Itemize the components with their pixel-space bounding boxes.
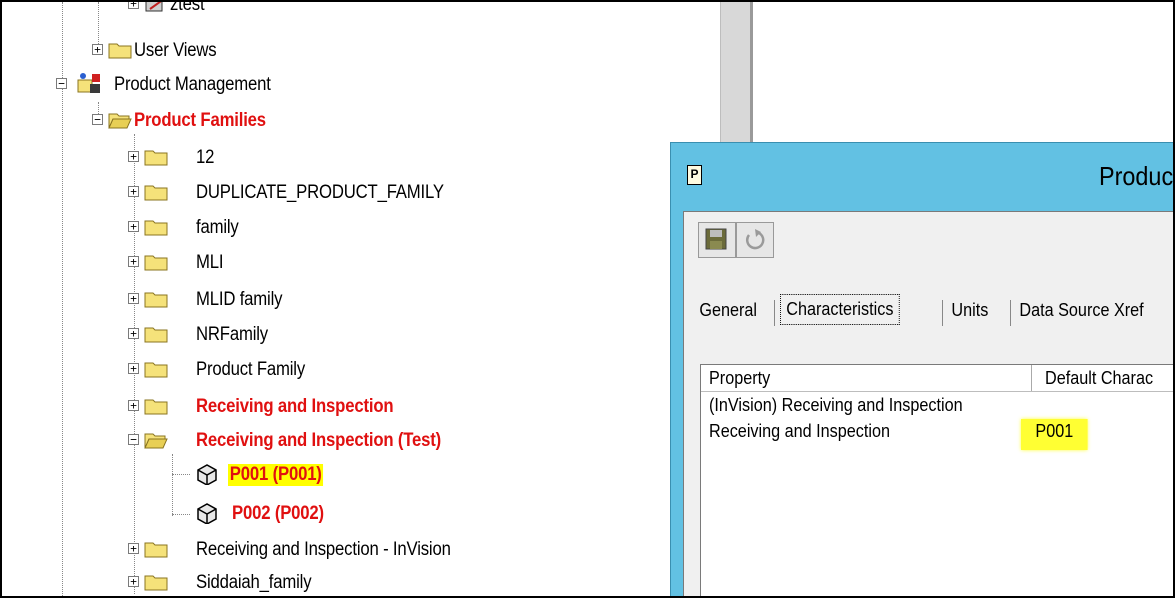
expand-icon[interactable]: + xyxy=(128,363,139,374)
product-dialog: P Produc General Characteristics Units D… xyxy=(670,142,1174,596)
folder-icon xyxy=(144,542,168,558)
tree-node-label: Product Family xyxy=(196,359,306,380)
expand-icon[interactable]: + xyxy=(128,256,139,267)
default-cell: P001 xyxy=(1021,419,1088,450)
tree-node-label: family xyxy=(196,217,239,238)
open-folder-icon xyxy=(108,113,132,129)
tab-separator xyxy=(942,300,943,326)
expand-icon[interactable]: + xyxy=(92,44,103,55)
save-button[interactable] xyxy=(698,222,736,258)
collapse-icon[interactable]: − xyxy=(128,434,139,445)
refresh-icon xyxy=(746,229,765,250)
column-header-property[interactable]: Property xyxy=(709,368,770,389)
tree-node-label: 12 xyxy=(196,147,215,168)
tree-node-label: Siddaiah_family xyxy=(196,572,312,593)
grid-header: Property Default Charac xyxy=(701,365,1173,392)
tree-node-label: Receiving and Inspection xyxy=(196,396,394,417)
tree-node-label: DUPLICATE_PRODUCT_FAMILY xyxy=(196,182,444,203)
tree-node-label: P002 (P002) xyxy=(232,503,324,524)
folder-icon xyxy=(144,327,168,343)
expand-icon[interactable]: + xyxy=(128,186,139,197)
product-management-icon xyxy=(77,73,100,93)
folder-icon xyxy=(144,292,168,308)
collapse-icon[interactable]: − xyxy=(56,78,67,89)
table-row[interactable]: Receiving and Inspection P001 xyxy=(701,419,1173,451)
tab-units[interactable]: Units xyxy=(946,298,994,323)
tree-node-label: Receiving and Inspection - InVision xyxy=(196,539,451,560)
tree-view: + ztest + User Views − Product Managemen… xyxy=(10,2,720,596)
tab-separator xyxy=(774,300,775,326)
tree-node-label: Product Management xyxy=(114,74,271,95)
folder-icon xyxy=(108,43,132,59)
dialog-body: General Characteristics Units Data Sourc… xyxy=(683,211,1173,596)
expand-icon[interactable]: + xyxy=(128,543,139,554)
refresh-button[interactable] xyxy=(736,222,774,258)
folder-icon xyxy=(144,575,168,591)
folder-icon xyxy=(144,362,168,378)
tree-node-label: P001 (P001) xyxy=(228,464,324,486)
folder-icon xyxy=(144,220,168,236)
save-icon xyxy=(705,228,727,250)
tree-guide-line xyxy=(172,474,190,475)
tree-node-label: MLI xyxy=(196,252,224,273)
tree-scrollbar[interactable] xyxy=(720,2,752,142)
column-separator[interactable] xyxy=(1031,365,1032,391)
column-header-default[interactable]: Default Charac xyxy=(1045,368,1153,389)
tab-general[interactable]: General xyxy=(694,298,762,323)
tree-node-label: Product Families xyxy=(134,110,266,131)
screenshot-frame: + ztest + User Views − Product Managemen… xyxy=(0,0,1175,598)
tab-characteristics[interactable]: Characteristics xyxy=(780,294,900,325)
product-box-icon xyxy=(197,464,217,485)
property-cell: Receiving and Inspection xyxy=(709,421,891,441)
product-box-icon xyxy=(197,503,217,524)
dialog-title: Produc xyxy=(1099,161,1174,191)
ztest-icon xyxy=(145,2,163,12)
table-row[interactable]: (InVision) Receiving and Inspection xyxy=(701,393,1173,419)
folder-icon xyxy=(144,185,168,201)
tree-node-label: ztest xyxy=(170,0,205,15)
dialog-toolbar xyxy=(684,212,1173,268)
expand-icon[interactable]: + xyxy=(128,2,139,9)
collapse-icon[interactable]: − xyxy=(92,114,103,125)
open-folder-icon xyxy=(144,433,168,449)
folder-icon xyxy=(144,255,168,271)
tab-separator xyxy=(1010,300,1011,326)
tree-node-label: Receiving and Inspection (Test) xyxy=(196,430,442,451)
expand-icon[interactable]: + xyxy=(128,221,139,232)
tree-node-label: MLID family xyxy=(196,289,283,310)
tree-node-label: User Views xyxy=(134,40,217,61)
dialog-app-icon: P xyxy=(687,165,702,185)
characteristics-grid: Property Default Charac (InVision) Recei… xyxy=(700,364,1173,596)
expand-icon[interactable]: + xyxy=(128,293,139,304)
folder-icon xyxy=(144,399,168,415)
expand-icon[interactable]: + xyxy=(128,151,139,162)
expand-icon[interactable]: + xyxy=(128,576,139,587)
tree-guide-line xyxy=(172,514,190,515)
pane-divider[interactable] xyxy=(750,2,753,142)
property-cell: (InVision) Receiving and Inspection xyxy=(709,395,963,415)
dialog-tabs: General Characteristics Units Data Sourc… xyxy=(684,294,1173,328)
tree-guide-line xyxy=(62,2,63,596)
tree-node-label: NRFamily xyxy=(196,324,268,345)
expand-icon[interactable]: + xyxy=(128,400,139,411)
tab-data-source-xref[interactable]: Data Source Xref xyxy=(1014,298,1149,323)
folder-icon xyxy=(144,150,168,166)
tree-guide-line xyxy=(172,454,173,516)
expand-icon[interactable]: + xyxy=(128,328,139,339)
